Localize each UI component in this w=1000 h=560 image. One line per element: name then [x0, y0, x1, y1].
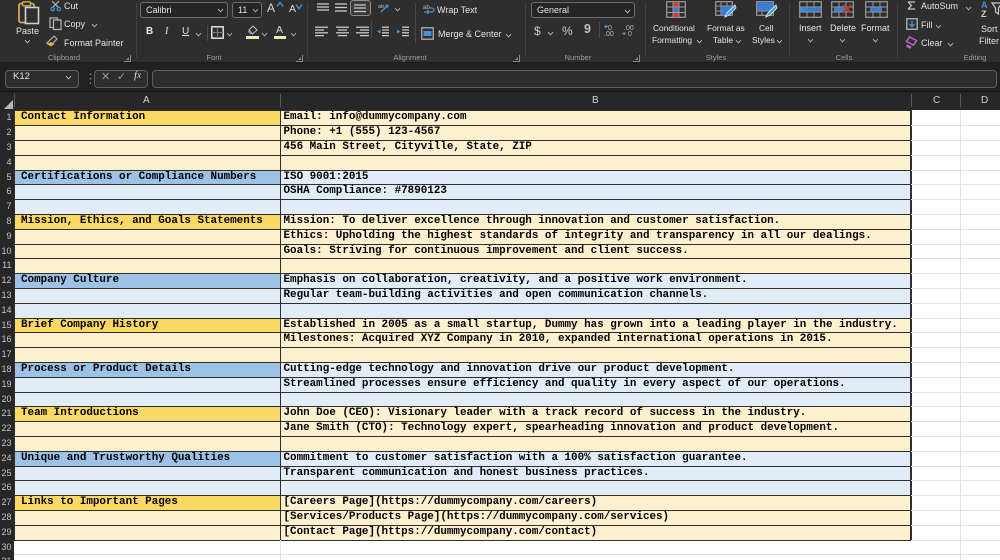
svg-text:ab: ab	[378, 4, 384, 10]
svg-text:0: 0	[608, 25, 612, 32]
svg-text:0: 0	[628, 31, 632, 38]
svg-text:.00: .00	[604, 31, 614, 38]
